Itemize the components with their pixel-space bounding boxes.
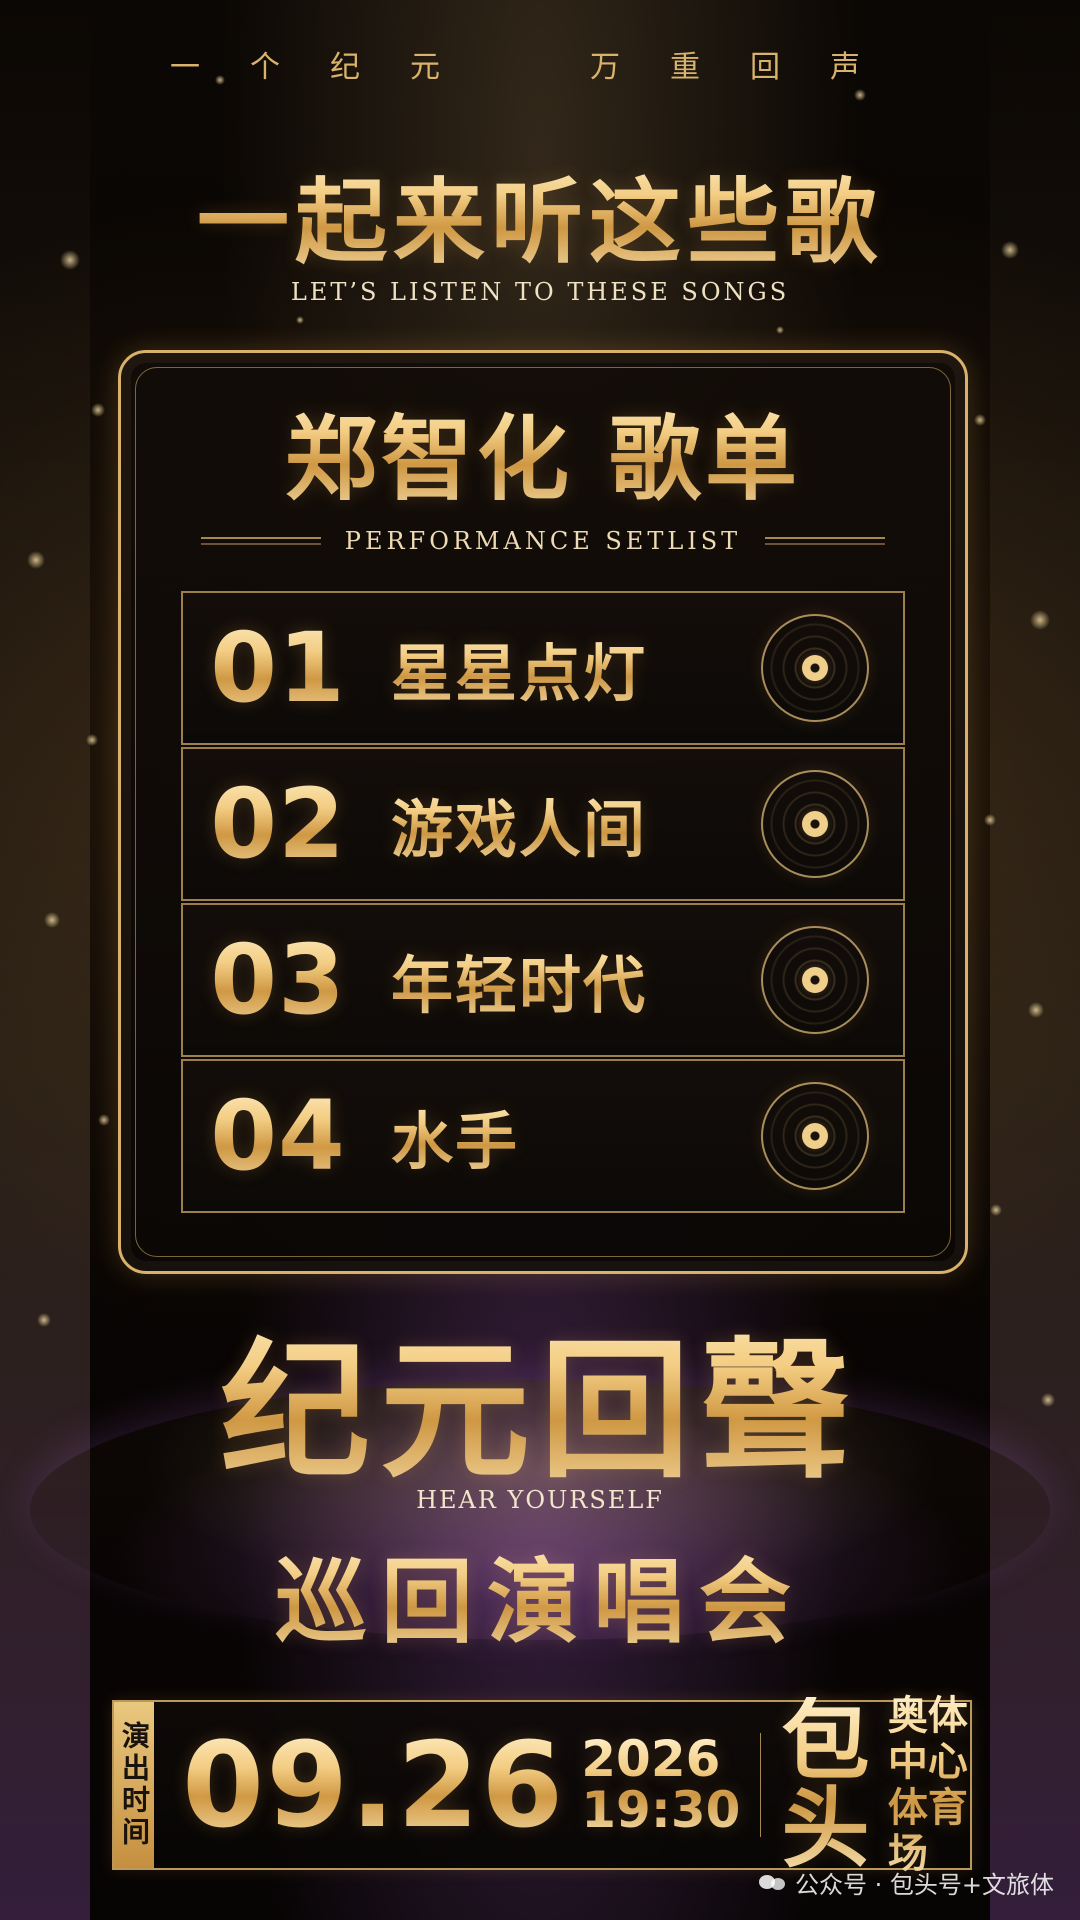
event-label: 演出时间 (114, 1702, 154, 1868)
hero-title: 一起来听这些歌 (0, 148, 1080, 281)
record-hub (802, 655, 828, 681)
event-year-time: 2026 19:30 (581, 1734, 740, 1836)
vinyl-record-icon (761, 770, 869, 878)
record-hub (802, 967, 828, 993)
info-divider (760, 1733, 762, 1837)
song-title: 年轻时代 (373, 935, 761, 1025)
tagline-right: 万重回声 (590, 50, 910, 85)
record-hub (802, 811, 828, 837)
tour-title: 巡回演唱会 (0, 1528, 1080, 1661)
song-title: 水手 (373, 1091, 761, 1181)
vinyl-record-icon (761, 614, 869, 722)
right-ornament (765, 531, 886, 551)
song-row-03[interactable]: 03 年轻时代 (181, 903, 905, 1057)
wechat-icon (759, 1872, 787, 1892)
event-info-bar: 演出时间 09.26 2026 19:30 包头 奥体中心 体育场 (112, 1693, 972, 1877)
brand-logo-subtitle: HEAR YOURSELF (416, 1486, 664, 1514)
setlist-subtitle-row: PERFORMANCE SETLIST (121, 521, 965, 561)
watermark: 公众号 · 包头号+文旅体 (759, 1862, 1054, 1902)
left-ornament (200, 531, 321, 551)
song-number: 01 (183, 612, 373, 724)
song-list: 01 星星点灯 02 游戏人间 03 年轻时代 04 水手 (181, 591, 905, 1215)
setlist-subtitle: PERFORMANCE SETLIST (344, 527, 742, 555)
song-title: 游戏人间 (373, 779, 761, 869)
event-time: 19:30 (581, 1781, 741, 1839)
setlist-card: 郑智化 歌单 PERFORMANCE SETLIST 01 星星点灯 02 游戏… (118, 350, 968, 1274)
event-venue: 奥体中心 体育场 (888, 1693, 970, 1877)
tagline-left: 一个纪元 (170, 50, 490, 85)
event-label-text: 演出时间 (118, 1721, 151, 1849)
song-row-02[interactable]: 02 游戏人间 (181, 747, 905, 901)
song-row-01[interactable]: 01 星星点灯 (181, 591, 905, 745)
brand-logo: 纪元回聲 (0, 1290, 1080, 1507)
event-date: 09.26 (182, 1716, 566, 1854)
song-number: 04 (183, 1080, 373, 1192)
setlist-title: 郑智化 歌单 (121, 385, 965, 518)
vinyl-record-icon (761, 1082, 869, 1190)
song-title: 星星点灯 (373, 623, 761, 713)
vinyl-record-icon (761, 926, 869, 1034)
hero-subtitle: LET’S LISTEN TO THESE SONGS (290, 278, 790, 306)
watermark-text: 公众号 · 包头号+文旅体 (795, 1870, 1054, 1899)
event-city: 包头 (781, 1697, 873, 1873)
event-year: 2026 (581, 1730, 721, 1788)
song-number: 03 (183, 924, 373, 1036)
song-number: 02 (183, 768, 373, 880)
tagline: 一个纪元 万重回声 (0, 34, 1080, 94)
song-row-04[interactable]: 04 水手 (181, 1059, 905, 1213)
event-venue-line1: 奥体中心 (887, 1693, 968, 1785)
record-hub (802, 1123, 828, 1149)
